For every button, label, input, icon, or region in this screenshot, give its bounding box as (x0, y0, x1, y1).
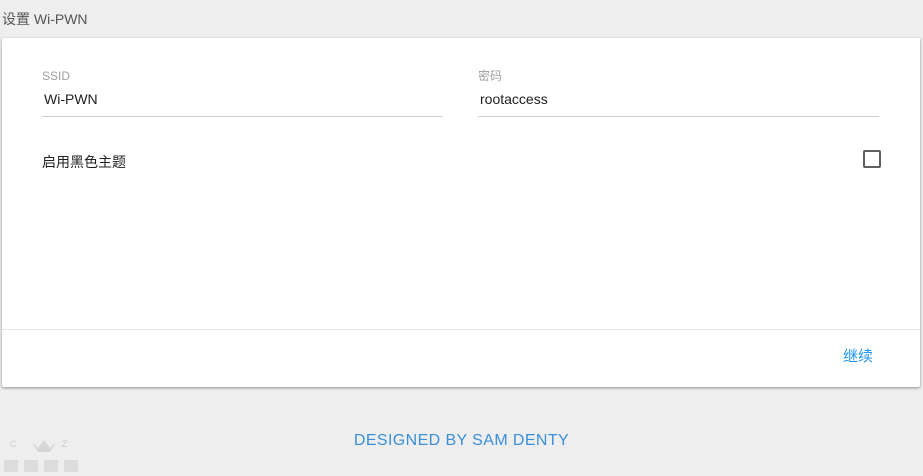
password-field-group: 密码 (478, 68, 879, 117)
ssid-label: SSID (42, 69, 71, 83)
password-input[interactable] (478, 86, 879, 117)
password-label: 密码 (478, 69, 503, 83)
dark-theme-row: 启用黑色主题 (42, 150, 881, 170)
ssid-input[interactable] (42, 86, 443, 117)
ssid-field-group: SSID (42, 68, 443, 117)
continue-button[interactable]: 继续 (828, 342, 888, 372)
footer-credit: DESIGNED BY SAM DENTY (353, 432, 570, 449)
dark-theme-label: 启用黑色主题 (42, 154, 126, 170)
dark-theme-checkbox[interactable] (863, 150, 881, 168)
settings-card: SSID 密码 启用黑色主题 继续 (2, 38, 920, 387)
svg-text:Z: Z (62, 439, 68, 449)
card-actions-divider (2, 329, 920, 330)
page-title: 设置 Wi-PWN (2, 11, 88, 27)
watermark-logo: C Z (4, 439, 78, 472)
svg-text:C: C (10, 439, 17, 449)
